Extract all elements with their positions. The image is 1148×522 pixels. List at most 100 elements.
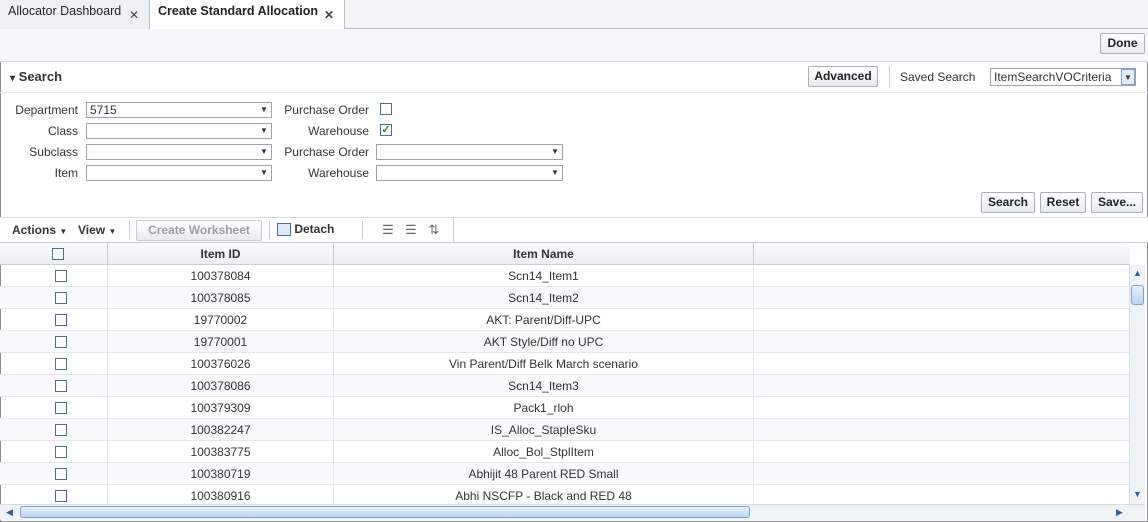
- search-title: Search: [18, 69, 63, 84]
- create-worksheet-button[interactable]: Create Worksheet: [136, 220, 262, 241]
- tab-bar: Allocator Dashboard ✕ Create Standard Al…: [0, 0, 1148, 30]
- chevron-down-icon[interactable]: ▼: [257, 124, 271, 138]
- item-name-cell: Alloc_Bol_StplItem: [334, 441, 754, 463]
- scroll-down-icon[interactable]: ▼: [1130, 487, 1145, 502]
- wrap-icon[interactable]: ☰: [403, 222, 419, 238]
- row-select-cell: [0, 265, 108, 287]
- warehouse-checkbox[interactable]: ✓: [380, 124, 392, 136]
- divider: [889, 66, 890, 88]
- item-select[interactable]: ▼: [86, 165, 272, 181]
- reset-button[interactable]: Reset: [1040, 192, 1086, 213]
- done-button[interactable]: Done: [1100, 33, 1145, 54]
- row-checkbox[interactable]: [55, 292, 67, 304]
- table-row[interactable]: 100380719 Abhijit 48 Parent RED Small: [0, 463, 1130, 485]
- actions-menu[interactable]: Actions ▼: [12, 223, 67, 237]
- tab-allocator-dashboard[interactable]: Allocator Dashboard ✕: [0, 0, 150, 29]
- scroll-up-icon[interactable]: ▲: [1130, 266, 1145, 281]
- select-all-checkbox[interactable]: [52, 248, 64, 260]
- purchase-order-select[interactable]: ▼: [376, 144, 563, 160]
- row-select-cell: [0, 397, 108, 419]
- advanced-button[interactable]: Advanced: [808, 66, 878, 87]
- row-checkbox[interactable]: [55, 336, 67, 348]
- item-id-cell: 100378084: [108, 265, 334, 287]
- item-id-cell: 100382247: [108, 419, 334, 441]
- freeze-icon[interactable]: ☰: [380, 222, 396, 238]
- view-menu[interactable]: View ▼: [78, 223, 116, 237]
- warehouse-select[interactable]: ▼: [376, 165, 563, 181]
- item-id-cell: 19770001: [108, 331, 334, 353]
- purchase-order-checkbox[interactable]: [380, 103, 392, 115]
- subclass-label: Subclass: [29, 145, 78, 159]
- table-row[interactable]: 100378086 Scn14_Item3: [0, 375, 1130, 397]
- item-name-cell: AKT Style/Diff no UPC: [334, 331, 754, 353]
- table-row[interactable]: 19770002 AKT: Parent/Diff-UPC: [0, 309, 1130, 331]
- search-header: ▾ Search Advanced Saved Search ItemSearc…: [0, 62, 1148, 93]
- row-checkbox[interactable]: [55, 270, 67, 282]
- item-name-cell: IS_Alloc_StapleSku: [334, 419, 754, 441]
- row-checkbox[interactable]: [55, 358, 67, 370]
- results-toolbar: Actions ▼ View ▼ Create Worksheet Detach…: [0, 217, 1148, 243]
- row-checkbox[interactable]: [55, 314, 67, 326]
- item-name-cell: Vin Parent/Diff Belk March scenario: [334, 353, 754, 375]
- tab-create-standard-allocation[interactable]: Create Standard Allocation ✕: [150, 0, 345, 30]
- chevron-down-icon[interactable]: ▼: [548, 145, 562, 159]
- table-row[interactable]: 100380916 Abhi NSCFP - Black and RED 48: [0, 485, 1130, 505]
- row-select-cell: [0, 375, 108, 397]
- reorder-columns-icon[interactable]: ⇅: [426, 222, 442, 238]
- row-select-cell: [0, 353, 108, 375]
- column-header-item-name[interactable]: Item Name: [334, 243, 754, 265]
- search-button[interactable]: Search: [981, 192, 1035, 213]
- row-checkbox[interactable]: [55, 380, 67, 392]
- scroll-right-icon[interactable]: ▶: [1112, 505, 1127, 520]
- class-select[interactable]: ▼: [86, 123, 272, 139]
- item-id-cell: 100376026: [108, 353, 334, 375]
- item-name-cell: Abhi NSCFP - Black and RED 48: [334, 485, 754, 505]
- row-select-cell: [0, 331, 108, 353]
- table-row[interactable]: 100379309 Pack1_rloh: [0, 397, 1130, 419]
- table-row[interactable]: 19770001 AKT Style/Diff no UPC: [0, 331, 1130, 353]
- vertical-scrollbar[interactable]: ▲ ▼: [1129, 265, 1145, 505]
- item-id-cell: 100379309: [108, 397, 334, 419]
- scroll-left-icon[interactable]: ◀: [2, 505, 17, 520]
- row-checkbox[interactable]: [55, 402, 67, 414]
- row-select-cell: [0, 485, 108, 505]
- table-row[interactable]: 100382247 IS_Alloc_StapleSku: [0, 419, 1130, 441]
- column-header-item-id[interactable]: Item ID: [108, 243, 334, 265]
- row-select-cell: [0, 309, 108, 331]
- chevron-down-icon[interactable]: ▼: [257, 103, 271, 117]
- row-checkbox[interactable]: [55, 468, 67, 480]
- row-select-cell: [0, 287, 108, 309]
- table-row[interactable]: 100378084 Scn14_Item1: [0, 265, 1130, 287]
- item-label: Item: [54, 166, 78, 180]
- table-row[interactable]: 100376026 Vin Parent/Diff Belk March scen…: [0, 353, 1130, 375]
- table-row[interactable]: 100378085 Scn14_Item2: [0, 287, 1130, 309]
- scroll-thumb[interactable]: [1131, 285, 1144, 305]
- subclass-select[interactable]: ▼: [86, 144, 272, 160]
- save-search-button[interactable]: Save...: [1091, 192, 1143, 213]
- department-label: Department: [15, 103, 78, 117]
- scroll-thumb[interactable]: [20, 506, 750, 518]
- select-all-column: [0, 243, 108, 265]
- search-toggle[interactable]: ▾ Search: [10, 69, 62, 84]
- item-name-cell: AKT: Parent/Diff-UPC: [334, 309, 754, 331]
- detach-button[interactable]: Detach: [277, 222, 334, 237]
- page-toolbar: Done: [0, 29, 1148, 62]
- close-icon[interactable]: ✕: [129, 8, 139, 22]
- warehouse-label: Warehouse: [308, 166, 369, 180]
- row-checkbox[interactable]: [55, 424, 67, 436]
- chevron-down-icon[interactable]: ▼: [257, 166, 271, 180]
- table-row[interactable]: 100383775 Alloc_Bol_StplItem: [0, 441, 1130, 463]
- warehouse-checkbox-label: Warehouse: [308, 124, 369, 138]
- chevron-down-icon: ▼: [59, 227, 68, 236]
- chevron-down-icon[interactable]: ▼: [1121, 69, 1135, 85]
- row-checkbox[interactable]: [55, 490, 67, 502]
- horizontal-scrollbar[interactable]: ◀ ▶: [0, 504, 1145, 520]
- close-icon[interactable]: ✕: [324, 8, 334, 22]
- department-select[interactable]: 5715 ▼: [86, 102, 272, 118]
- view-label: View: [78, 223, 106, 237]
- chevron-down-icon[interactable]: ▼: [257, 145, 271, 159]
- saved-search-select[interactable]: ItemSearchVOCriteria ▼: [990, 68, 1136, 86]
- item-name-cell: Scn14_Item1: [334, 265, 754, 287]
- chevron-down-icon[interactable]: ▼: [548, 166, 562, 180]
- row-checkbox[interactable]: [55, 446, 67, 458]
